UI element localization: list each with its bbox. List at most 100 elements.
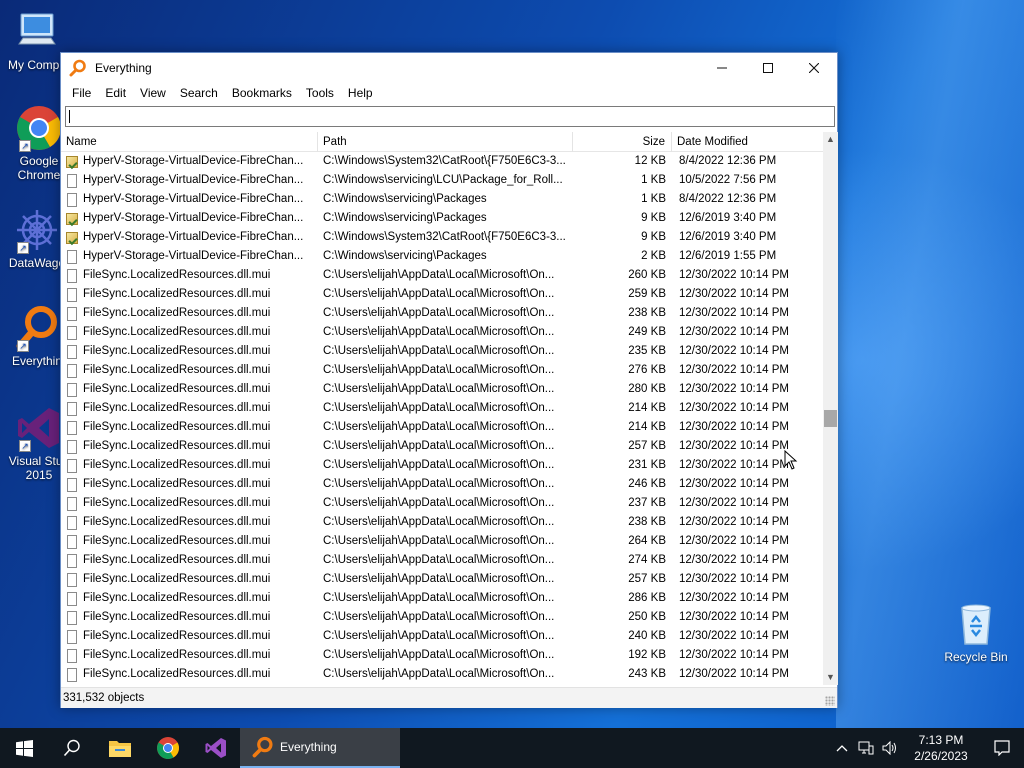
table-row[interactable]: FileSync.LocalizedResources.dll.mui C:\Us…: [61, 342, 823, 361]
table-row[interactable]: FileSync.LocalizedResources.dll.mui C:\Us…: [61, 361, 823, 380]
action-center-button[interactable]: [980, 728, 1024, 768]
cell-path: C:\Users\elijah\AppData\Local\Microsoft\…: [323, 402, 555, 414]
file-name: FileSync.LocalizedResources.dll.mui: [83, 307, 271, 319]
cell-size: 280 KB: [628, 383, 666, 395]
scrollbar-thumb[interactable]: [824, 410, 837, 427]
cell-name: FileSync.LocalizedResources.dll.mui: [61, 627, 318, 646]
table-row[interactable]: FileSync.LocalizedResources.dll.mui C:\Us…: [61, 437, 823, 456]
taskbar-chrome[interactable]: [144, 728, 192, 768]
cell-size: 257 KB: [628, 440, 666, 452]
table-row[interactable]: FileSync.LocalizedResources.dll.mui C:\Us…: [61, 551, 823, 570]
table-row[interactable]: HyperV-Storage-VirtualDevice-FibreChan..…: [61, 209, 823, 228]
file-icon: [66, 173, 78, 188]
cell-name: FileSync.LocalizedResources.dll.mui: [61, 494, 318, 513]
taskbar-app-label: Everything: [280, 740, 337, 754]
file-name: FileSync.LocalizedResources.dll.mui: [83, 364, 271, 376]
table-row[interactable]: FileSync.LocalizedResources.dll.mui C:\Us…: [61, 323, 823, 342]
column-header-name[interactable]: Name: [61, 132, 318, 152]
menu-edit[interactable]: Edit: [98, 83, 133, 103]
cell-size: 1 KB: [641, 174, 666, 186]
table-row[interactable]: FileSync.LocalizedResources.dll.mui C:\Us…: [61, 304, 823, 323]
shortcut-arrow-icon: ↗: [17, 340, 29, 352]
table-row[interactable]: HyperV-Storage-VirtualDevice-FibreChan..…: [61, 152, 823, 171]
column-header-size[interactable]: Size: [573, 132, 672, 152]
security-catalog-icon: [66, 212, 78, 226]
cell-name: FileSync.LocalizedResources.dll.mui: [61, 342, 318, 361]
taskbar-file-explorer[interactable]: [96, 728, 144, 768]
table-row[interactable]: FileSync.LocalizedResources.dll.mui C:\Us…: [61, 266, 823, 285]
cell-name: FileSync.LocalizedResources.dll.mui: [61, 323, 318, 342]
table-row[interactable]: HyperV-Storage-VirtualDevice-FibreChan..…: [61, 247, 823, 266]
scroll-up-arrow-icon[interactable]: ▲: [823, 132, 838, 147]
resize-grip-icon[interactable]: [825, 696, 835, 706]
taskbar-everything[interactable]: Everything: [240, 728, 400, 768]
table-row[interactable]: FileSync.LocalizedResources.dll.mui C:\Us…: [61, 418, 823, 437]
show-hidden-icons-chevron-icon[interactable]: [830, 728, 854, 768]
table-row[interactable]: FileSync.LocalizedResources.dll.mui C:\Us…: [61, 570, 823, 589]
file-name: FileSync.LocalizedResources.dll.mui: [83, 288, 271, 300]
table-row[interactable]: FileSync.LocalizedResources.dll.mui C:\Us…: [61, 589, 823, 608]
cell-path: C:\Users\elijah\AppData\Local\Microsoft\…: [323, 573, 555, 585]
scroll-down-arrow-icon[interactable]: ▼: [823, 670, 838, 685]
table-row[interactable]: FileSync.LocalizedResources.dll.mui C:\Us…: [61, 494, 823, 513]
start-button[interactable]: [0, 728, 48, 768]
table-row[interactable]: FileSync.LocalizedResources.dll.mui C:\Us…: [61, 646, 823, 665]
cell-name: HyperV-Storage-VirtualDevice-FibreChan..…: [61, 152, 318, 171]
clock[interactable]: 7:13 PM 2/26/2023: [902, 732, 980, 764]
minimize-button[interactable]: [699, 53, 745, 83]
taskbar-visual-studio[interactable]: [192, 728, 240, 768]
vertical-scrollbar[interactable]: ▲ ▼: [823, 132, 838, 685]
table-row[interactable]: FileSync.LocalizedResources.dll.mui C:\Us…: [61, 513, 823, 532]
shortcut-arrow-icon: ↗: [17, 242, 29, 254]
cell-date-modified: 12/30/2022 10:14 PM: [679, 326, 789, 338]
desktop-icon-recycle-bin[interactable]: Recycle Bin: [940, 600, 1012, 664]
cell-date-modified: 8/4/2022 12:36 PM: [679, 155, 777, 167]
column-header-date-modified[interactable]: Date Modified: [672, 132, 823, 152]
cell-name: FileSync.LocalizedResources.dll.mui: [61, 646, 318, 665]
table-row[interactable]: FileSync.LocalizedResources.dll.mui C:\Us…: [61, 532, 823, 551]
system-tray: 7:13 PM 2/26/2023: [830, 728, 1024, 768]
cell-date-modified: 12/30/2022 10:14 PM: [679, 649, 789, 661]
menu-search[interactable]: Search: [173, 83, 225, 103]
cell-date-modified: 12/30/2022 10:14 PM: [679, 611, 789, 623]
cell-path: C:\Windows\servicing\Packages: [323, 193, 487, 205]
cell-size: 2 KB: [641, 250, 666, 262]
cell-name: FileSync.LocalizedResources.dll.mui: [61, 475, 318, 494]
column-header-path[interactable]: Path: [318, 132, 573, 152]
table-row[interactable]: FileSync.LocalizedResources.dll.mui C:\Us…: [61, 380, 823, 399]
menu-tools[interactable]: Tools: [299, 83, 341, 103]
maximize-button[interactable]: [745, 53, 791, 83]
file-name: FileSync.LocalizedResources.dll.mui: [83, 630, 271, 642]
cell-name: HyperV-Storage-VirtualDevice-FibreChan..…: [61, 228, 318, 247]
close-icon: [809, 63, 819, 73]
menu-help[interactable]: Help: [341, 83, 380, 103]
table-row[interactable]: HyperV-Storage-VirtualDevice-FibreChan..…: [61, 190, 823, 209]
volume-icon[interactable]: [878, 728, 902, 768]
table-row[interactable]: FileSync.LocalizedResources.dll.mui C:\Us…: [61, 665, 823, 684]
table-row[interactable]: FileSync.LocalizedResources.dll.mui C:\Us…: [61, 608, 823, 627]
cell-name: FileSync.LocalizedResources.dll.mui: [61, 589, 318, 608]
menu-bookmarks[interactable]: Bookmarks: [225, 83, 299, 103]
network-icon[interactable]: [854, 728, 878, 768]
cell-path: C:\Users\elijah\AppData\Local\Microsoft\…: [323, 516, 555, 528]
menu-view[interactable]: View: [133, 83, 173, 103]
close-button[interactable]: [791, 53, 837, 83]
cell-path: C:\Windows\servicing\Packages: [323, 212, 487, 224]
taskbar-search-button[interactable]: [48, 728, 96, 768]
cell-path: C:\Windows\System32\CatRoot\{F750E6C3-3.…: [323, 231, 566, 243]
table-row[interactable]: FileSync.LocalizedResources.dll.mui C:\Us…: [61, 456, 823, 475]
table-row[interactable]: FileSync.LocalizedResources.dll.mui C:\Us…: [61, 475, 823, 494]
title-bar[interactable]: Everything: [61, 53, 837, 83]
cell-path: C:\Windows\servicing\Packages: [323, 250, 487, 262]
table-row[interactable]: HyperV-Storage-VirtualDevice-FibreChan..…: [61, 228, 823, 247]
table-row[interactable]: FileSync.LocalizedResources.dll.mui C:\Us…: [61, 399, 823, 418]
file-name: HyperV-Storage-VirtualDevice-FibreChan..…: [83, 193, 304, 205]
search-input[interactable]: [65, 106, 835, 127]
table-row[interactable]: HyperV-Storage-VirtualDevice-FibreChan..…: [61, 171, 823, 190]
file-icon: [66, 401, 78, 416]
menu-file[interactable]: File: [65, 83, 98, 103]
table-row[interactable]: FileSync.LocalizedResources.dll.mui C:\Us…: [61, 627, 823, 646]
file-icon: [66, 420, 78, 435]
table-row[interactable]: FileSync.LocalizedResources.dll.mui C:\Us…: [61, 285, 823, 304]
cell-name: HyperV-Storage-VirtualDevice-FibreChan..…: [61, 247, 318, 266]
